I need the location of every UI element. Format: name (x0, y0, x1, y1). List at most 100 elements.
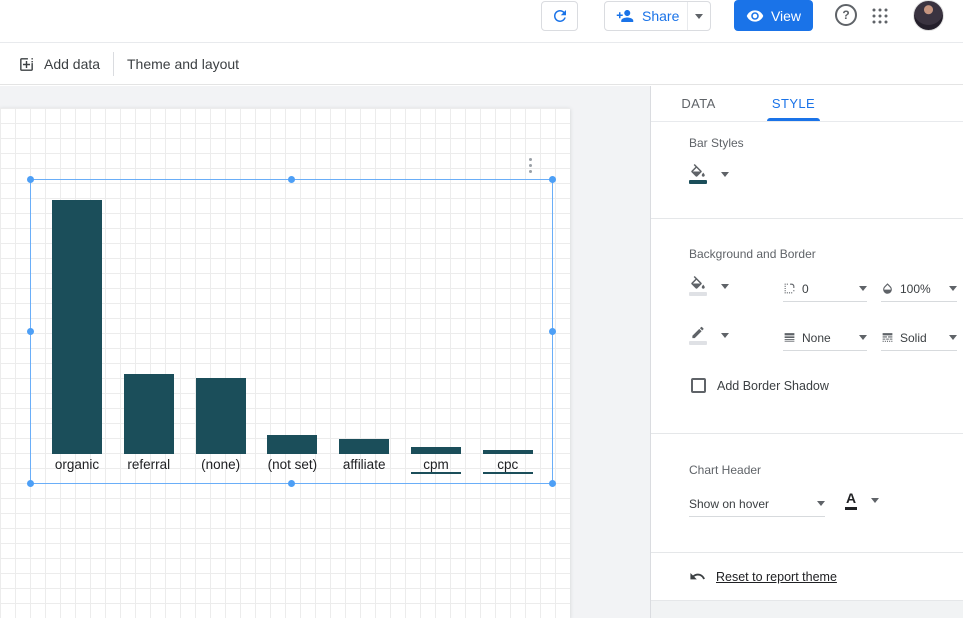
resize-handle-bottom-right[interactable] (549, 480, 556, 487)
resize-handle-bottom-left[interactable] (27, 480, 34, 487)
chart-header-font-color-picker[interactable]: A (845, 491, 879, 510)
add-data-button[interactable]: Add data (18, 43, 100, 85)
theme-and-layout-button[interactable]: Theme and layout (127, 43, 239, 85)
opacity-select[interactable]: 100% (881, 278, 957, 302)
border-style-select[interactable]: Solid (881, 327, 957, 351)
add-border-shadow-option[interactable]: Add Border Shadow (691, 378, 829, 393)
bar-chart-plot[interactable]: organicreferral(none)(not set)affiliatec… (30, 179, 553, 484)
add-data-label: Add data (44, 56, 100, 72)
corner-radius-select[interactable]: 0 (783, 278, 867, 302)
paint-bucket-icon (689, 164, 707, 184)
bar-category-label: cpm (396, 457, 476, 472)
chevron-down-icon (721, 284, 729, 289)
bar-segment (339, 439, 389, 454)
bar-category-label: (none) (181, 457, 261, 472)
eye-icon (746, 7, 764, 25)
line-style-icon (881, 331, 894, 344)
resize-handle-middle-right[interactable] (549, 328, 556, 335)
corner-radius-value: 0 (802, 282, 809, 296)
opacity-value: 100% (900, 282, 931, 296)
user-avatar[interactable] (913, 0, 944, 31)
refresh-button[interactable] (541, 1, 578, 31)
bar-category-label: cpc (468, 457, 548, 472)
question-mark-icon: ? (842, 8, 849, 22)
panel-footer-strip (651, 600, 963, 618)
border-style-value: Solid (900, 331, 927, 345)
apps-grid-button[interactable] (871, 7, 889, 25)
apps-grid-icon (871, 7, 889, 25)
bar-segment (52, 200, 102, 454)
tab-style[interactable]: STYLE (746, 86, 841, 121)
theme-and-layout-label: Theme and layout (127, 56, 239, 72)
bar-segment (483, 450, 533, 454)
reset-to-report-theme-link[interactable]: Reset to report theme (716, 570, 837, 584)
chevron-down-icon (721, 172, 729, 177)
background-color-swatch (689, 292, 707, 296)
refresh-icon (551, 7, 569, 25)
share-button-group: Share (604, 1, 711, 31)
report-canvas[interactable]: organicreferral(none)(not set)affiliatec… (0, 86, 650, 618)
resize-handle-bottom-center[interactable] (288, 480, 295, 487)
opacity-droplet-icon (881, 282, 894, 295)
chart-header-mode-select[interactable]: Show on hover (689, 493, 825, 517)
toolbar-divider (113, 52, 114, 76)
help-button[interactable]: ? (835, 4, 857, 26)
view-button[interactable]: View (734, 0, 813, 31)
background-border-section-title: Background and Border (689, 247, 816, 261)
line-weight-icon (783, 331, 796, 344)
properties-panel: DATA STYLE Bar Styles Background and Bor… (650, 86, 963, 618)
axis-baseline-segment (483, 472, 533, 474)
undo-icon (689, 568, 706, 585)
chevron-down-icon (949, 335, 957, 340)
bar-styles-section-title: Bar Styles (689, 136, 744, 150)
section-divider (651, 433, 963, 434)
chevron-down-icon (817, 501, 825, 506)
share-button[interactable]: Share (605, 2, 687, 30)
person-add-icon (616, 7, 634, 25)
share-button-label: Share (642, 8, 679, 24)
chevron-down-icon (695, 14, 703, 19)
bar-category-label: affiliate (324, 457, 404, 472)
resize-handle-middle-left[interactable] (27, 328, 34, 335)
border-color-picker[interactable] (689, 325, 729, 345)
axis-baseline-segment (411, 472, 461, 474)
resize-handle-top-left[interactable] (27, 176, 34, 183)
chevron-down-icon (721, 333, 729, 338)
bar-segment (196, 378, 246, 454)
border-weight-select[interactable]: None (783, 327, 867, 351)
pencil-icon (689, 325, 707, 345)
chevron-down-icon (859, 286, 867, 291)
tab-data[interactable]: DATA (651, 86, 746, 121)
bar-color-swatch (689, 180, 707, 184)
share-dropdown-button[interactable] (687, 2, 710, 30)
panel-tabbar: DATA STYLE (651, 86, 963, 122)
chart-header-mode-value: Show on hover (689, 497, 769, 511)
bar-category-label: organic (37, 457, 117, 472)
font-color-icon: A (845, 491, 857, 510)
chart-header-section-title: Chart Header (689, 463, 761, 477)
resize-handle-top-right[interactable] (549, 176, 556, 183)
background-color-picker[interactable] (689, 276, 729, 296)
bar-segment (124, 374, 174, 454)
paint-bucket-icon (689, 276, 707, 296)
bar-category-label: (not set) (252, 457, 332, 472)
top-app-bar: Share View ? (0, 0, 963, 43)
bar-color-picker[interactable] (689, 164, 729, 184)
edit-toolbar: Add data Theme and layout (0, 43, 963, 85)
report-page[interactable]: organicreferral(none)(not set)affiliatec… (0, 108, 570, 618)
rounded-corner-icon (783, 282, 796, 295)
resize-handle-top-center[interactable] (288, 176, 295, 183)
view-button-label: View (771, 8, 801, 24)
border-shadow-checkbox[interactable] (691, 378, 706, 393)
section-divider (651, 218, 963, 219)
chevron-down-icon (949, 286, 957, 291)
chart-options-kebab-menu[interactable] (522, 155, 538, 175)
bar-segment (411, 447, 461, 454)
reset-theme-row[interactable]: Reset to report theme (689, 568, 837, 585)
add-data-icon (18, 56, 35, 73)
border-weight-value: None (802, 331, 831, 345)
section-divider (651, 552, 963, 553)
chevron-down-icon (871, 498, 879, 503)
border-shadow-label: Add Border Shadow (717, 379, 829, 393)
bar-segment (267, 435, 317, 454)
